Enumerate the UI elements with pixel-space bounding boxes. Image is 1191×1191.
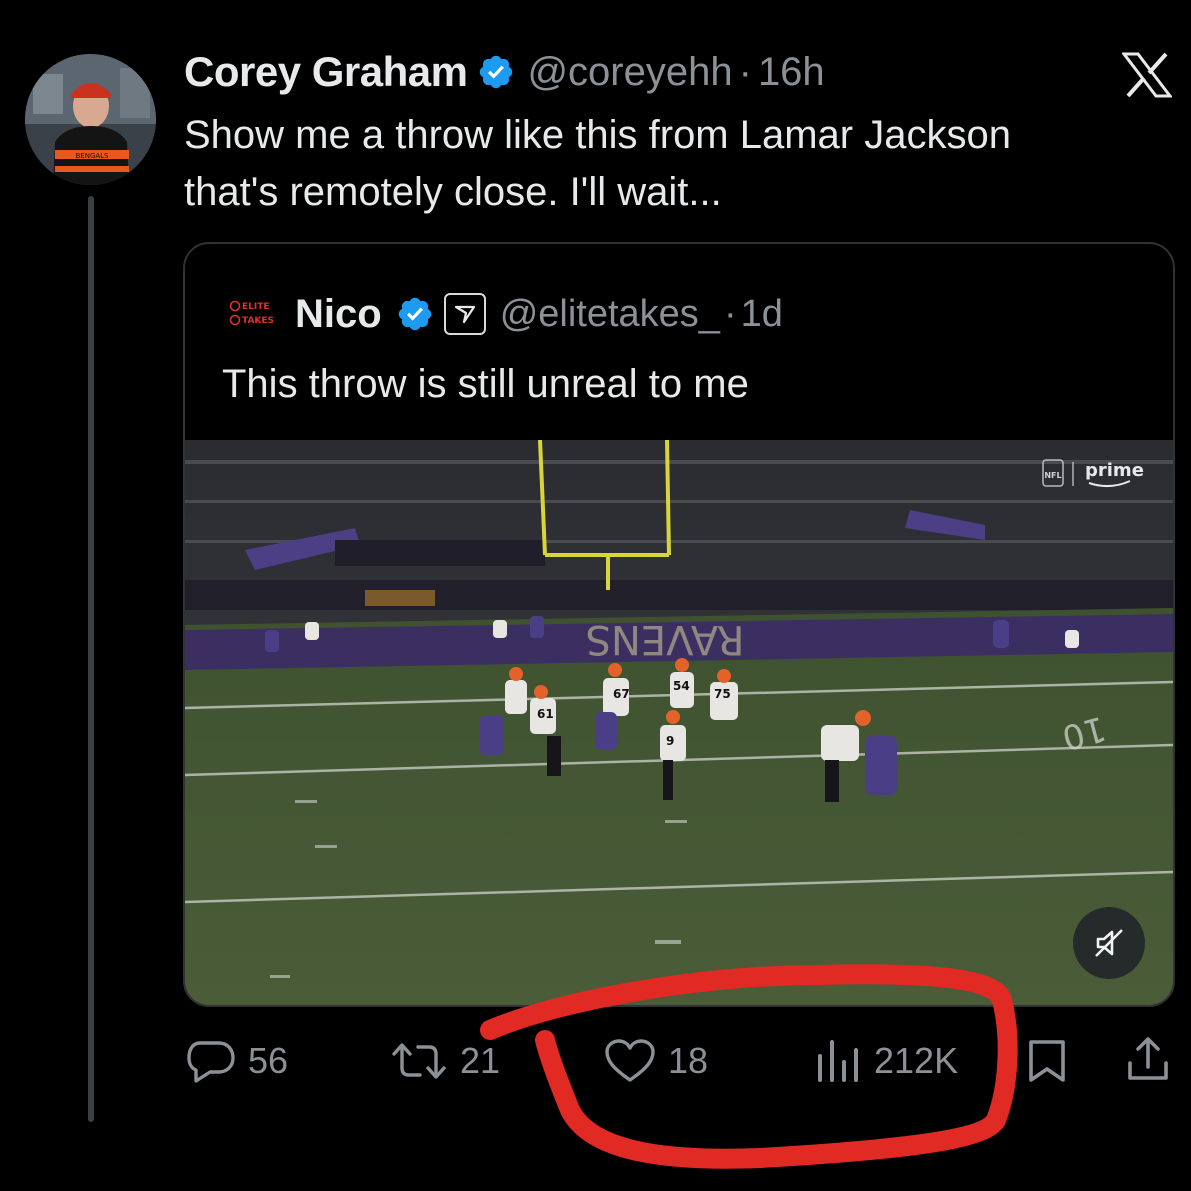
svg-text:BENGALS: BENGALS — [75, 152, 109, 160]
tweet-text-line-1: Show me a throw like this from Lamar Jac… — [184, 113, 1011, 157]
mute-icon — [1095, 929, 1123, 957]
view-count: 212K — [874, 1040, 959, 1081]
video-frame: RAVENS 10 67 9 61 75 54 NFL prime — [185, 440, 1173, 1005]
tweet-header: Corey Graham @coreyehh · 16h — [184, 44, 825, 100]
repost-icon — [392, 1043, 446, 1079]
like-icon — [605, 1039, 655, 1082]
like-button[interactable]: 18 — [604, 1036, 708, 1086]
quoted-tweet-card[interactable]: ELITE TAKES Nico @elitetakes_ · 1d This … — [183, 242, 1175, 1007]
views-icon — [818, 1040, 858, 1082]
quoted-author-display-name[interactable]: Nico — [295, 292, 382, 337]
separator-dot: · — [738, 49, 752, 94]
author-handle[interactable]: @coreyehh — [527, 50, 732, 95]
views-button[interactable]: 212K — [814, 1036, 958, 1086]
quoted-tweet-header: ELITE TAKES Nico @elitetakes_ · 1d — [229, 288, 783, 340]
svg-text:RAVENS: RAVENS — [586, 616, 745, 662]
thread-line — [88, 196, 94, 1122]
elite-takes-logo: ELITE TAKES — [229, 300, 273, 326]
avatar-image: BENGALS — [25, 54, 156, 185]
svg-text:TAKES: TAKES — [242, 316, 273, 326]
quoted-tweet-text: This throw is still unreal to me — [222, 362, 749, 406]
video-player[interactable]: RAVENS 10 67 9 61 75 54 NFL prime — [185, 440, 1173, 1005]
reply-count: 56 — [248, 1040, 289, 1081]
verified-badge-icon — [480, 55, 513, 89]
verified-badge-icon — [398, 297, 431, 331]
avatar[interactable]: BENGALS — [25, 54, 156, 185]
quoted-author-handle[interactable]: @elitetakes_ — [500, 293, 720, 336]
svg-text:67: 67 — [613, 687, 630, 701]
author-display-name[interactable]: Corey Graham — [184, 48, 468, 96]
reply-icon — [187, 1041, 235, 1083]
affiliate-badge-icon — [443, 293, 486, 335]
share-icon[interactable] — [1124, 1035, 1172, 1083]
tweet-timestamp[interactable]: 16h — [758, 50, 825, 95]
bookmark-icon[interactable] — [1025, 1038, 1069, 1084]
quoted-tweet-timestamp[interactable]: 1d — [741, 293, 783, 336]
svg-text:9: 9 — [666, 734, 674, 748]
repost-button[interactable]: 21 — [390, 1036, 500, 1086]
mute-toggle-button[interactable] — [1073, 907, 1145, 979]
svg-text:ELITE: ELITE — [242, 302, 270, 312]
svg-text:75: 75 — [714, 687, 731, 701]
tweet-text-line-2: that's remotely close. I'll wait... — [184, 170, 722, 214]
svg-text:NFL: NFL — [1044, 471, 1061, 480]
repost-count: 21 — [460, 1040, 501, 1081]
tweet-text: Show me a throw like this from Lamar Jac… — [184, 107, 1144, 221]
separator-dot: · — [723, 292, 737, 335]
svg-text:61: 61 — [537, 707, 554, 721]
x-logo-icon — [1122, 52, 1172, 98]
svg-text:prime: prime — [1085, 460, 1144, 481]
like-count: 18 — [668, 1040, 709, 1081]
svg-text:54: 54 — [673, 679, 690, 693]
reply-button[interactable]: 56 — [186, 1036, 288, 1086]
